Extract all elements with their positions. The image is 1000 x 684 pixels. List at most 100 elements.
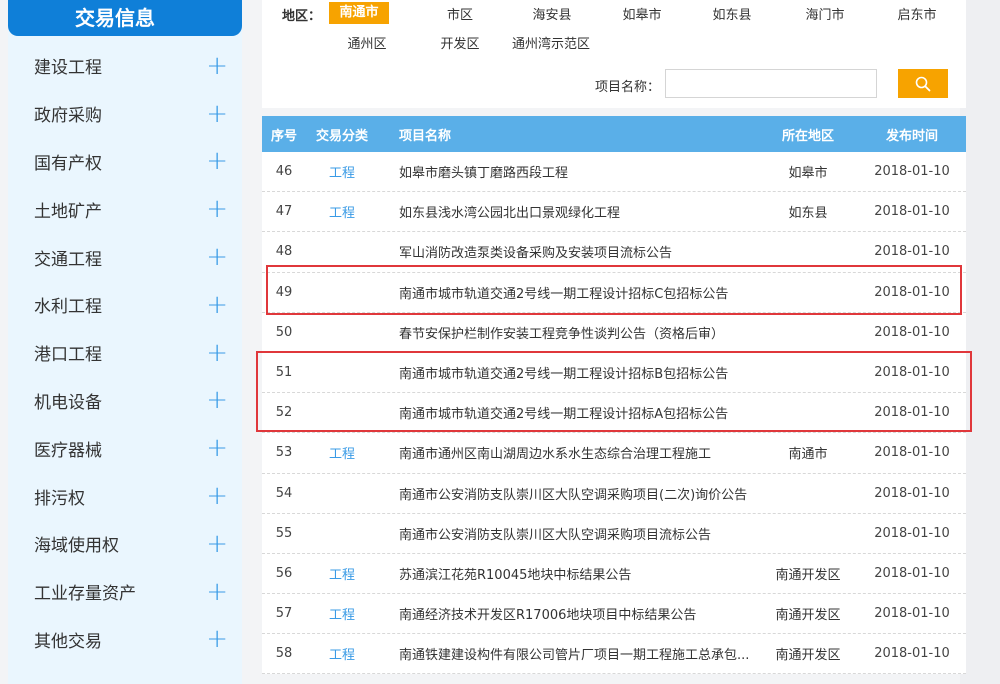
region-option[interactable]: 通州湾示范区 — [505, 34, 597, 56]
sidebar-list: 建设工程 + 政府采购 + 国有产权 + 土地矿产 + 交通工程 + 水利工程 + 港口工程 + 机电设备 +… — [8, 42, 242, 663]
row-index: 51 — [275, 365, 293, 381]
plus-icon[interactable]: + — [206, 579, 228, 605]
header-index: 序号 — [270, 128, 297, 144]
row-publish-date: 2018-01-10 — [874, 606, 950, 622]
row-index: 52 — [275, 405, 293, 421]
results-table: 序号 交易分类 项目名称 所在地区 发布时间 46 工程 如皋市磨头镇丁磨路西段工程… — [262, 116, 966, 675]
table-row[interactable]: 54 南通市公安消防支队崇川区大队空调采购项目(二次)询价公告 2018-01-10 — [262, 474, 966, 514]
region-option[interactable]: 通州区 — [337, 34, 397, 56]
region-option[interactable]: 海安县 — [522, 5, 582, 27]
sidebar-item[interactable]: 港口工程 + — [8, 329, 242, 377]
sidebar-item[interactable]: 其他交易 + — [8, 616, 242, 664]
row-index: 57 — [275, 606, 293, 622]
table-row[interactable]: 57 工程 南通经济技术开发区R17006地块项目中标结果公告 南通开发区 2018-0… — [262, 594, 966, 635]
sidebar-item-label: 水利工程 — [34, 297, 102, 318]
sidebar-title: 交易信息 — [8, 0, 242, 36]
plus-icon[interactable]: + — [206, 244, 228, 270]
region-option[interactable]: 如东县 — [702, 5, 762, 27]
row-category[interactable]: 工程 — [306, 202, 378, 221]
sidebar-item[interactable]: 政府采购 + — [8, 90, 242, 138]
sidebar-item[interactable]: 水利工程 + — [8, 281, 242, 329]
table-row[interactable]: 46 工程 如皋市磨头镇丁磨路西段工程 如皋市 2018-01-10 — [262, 152, 966, 193]
plus-icon[interactable]: + — [206, 340, 228, 366]
table-row[interactable]: 53 工程 南通市通州区南山湖周边水系水生态综合治理工程施工 南通市 2018-01-1… — [262, 433, 966, 474]
sidebar-item[interactable]: 医疗器械 + — [8, 424, 242, 472]
table-row[interactable]: 55 南通市公安消防支队崇川区大队空调采购项目流标公告 2018-01-10 — [262, 514, 966, 554]
plus-icon[interactable]: + — [206, 101, 228, 127]
sidebar-item[interactable]: 国有产权 + — [8, 138, 242, 186]
table-row[interactable]: 56 工程 苏通滨江花苑R10045地块中标结果公告 南通开发区 2018-01-10 — [262, 554, 966, 595]
row-index: 46 — [275, 164, 293, 180]
row-project-name[interactable]: 南通市城市轨道交通2号线一期工程设计招标C包招标公告 — [378, 283, 758, 302]
plus-icon[interactable]: + — [206, 483, 228, 509]
table-row[interactable]: 49 南通市城市轨道交通2号线一期工程设计招标C包招标公告 2018-01-10 — [262, 273, 966, 313]
region-option[interactable]: 南通市 — [329, 2, 389, 24]
row-project-name[interactable]: 如皋市磨头镇丁磨路西段工程 — [378, 162, 758, 181]
plus-icon[interactable]: + — [206, 387, 228, 413]
sidebar-item[interactable]: 机电设备 + — [8, 377, 242, 425]
row-project-name[interactable]: 南通经济技术开发区R17006地块项目中标结果公告 — [378, 604, 758, 623]
plus-icon[interactable]: + — [206, 531, 228, 557]
row-project-name[interactable]: 南通市城市轨道交通2号线一期工程设计招标B包招标公告 — [378, 363, 758, 382]
row-publish-date: 2018-01-10 — [874, 284, 950, 300]
table-row[interactable]: 50 春节安保护栏制作安装工程竞争性谈判公告（资格后审） 2018-01-10 — [262, 313, 966, 353]
row-region: 南通开发区 — [775, 567, 841, 583]
sidebar-item[interactable]: 海域使用权 + — [8, 520, 242, 568]
sidebar-item-label: 建设工程 — [34, 58, 102, 79]
plus-icon[interactable]: + — [206, 435, 228, 461]
table-row[interactable]: 48 军山消防改造泵类设备采购及安装项目流标公告 2018-01-10 — [262, 232, 966, 273]
row-index: 56 — [275, 565, 293, 581]
sidebar-item-label: 港口工程 — [34, 345, 102, 366]
row-category[interactable]: 工程 — [306, 644, 378, 663]
row-publish-date: 2018-01-10 — [874, 646, 950, 662]
row-category[interactable]: 工程 — [306, 443, 378, 462]
plus-icon[interactable]: + — [206, 292, 228, 318]
project-name-label: 项目名称： — [595, 80, 661, 95]
row-region: 如皋市 — [788, 166, 828, 182]
row-project-name[interactable]: 如东县浅水湾公园北出口景观绿化工程 — [378, 202, 758, 221]
row-project-name[interactable]: 春节安保护栏制作安装工程竞争性谈判公告（资格后审） — [378, 323, 758, 342]
sidebar-item[interactable]: 土地矿产 + — [8, 185, 242, 233]
sidebar-item[interactable]: 建设工程 + — [8, 42, 242, 90]
row-publish-date: 2018-01-10 — [874, 244, 950, 260]
header-category: 交易分类 — [315, 128, 368, 144]
sidebar-item-label: 工业存量资产 — [34, 584, 136, 605]
sidebar-item-label: 交通工程 — [34, 249, 102, 270]
row-project-name[interactable]: 苏通滨江花苑R10045地块中标结果公告 — [378, 564, 758, 583]
table-body: 46 工程 如皋市磨头镇丁磨路西段工程 如皋市 2018-01-10 47 工程 如东县浅水湾… — [262, 152, 966, 675]
row-publish-date: 2018-01-10 — [874, 164, 950, 180]
table-row[interactable]: 52 南通市城市轨道交通2号线一期工程设计招标A包招标公告 2018-01-10 — [262, 393, 966, 434]
sidebar-item-label: 海域使用权 — [34, 536, 119, 557]
project-name-input[interactable] — [665, 69, 877, 98]
row-category[interactable]: 工程 — [306, 162, 378, 181]
sidebar-item-label: 其他交易 — [34, 631, 102, 652]
row-category[interactable]: 工程 — [306, 564, 378, 583]
region-option[interactable]: 启东市 — [887, 5, 947, 27]
plus-icon[interactable]: + — [206, 626, 228, 652]
sidebar-item[interactable]: 排污权 + — [8, 472, 242, 520]
sidebar-item-label: 机电设备 — [34, 392, 102, 413]
sidebar-item[interactable]: 交通工程 + — [8, 233, 242, 281]
region-option[interactable]: 海门市 — [795, 5, 855, 27]
search-button[interactable] — [898, 69, 948, 98]
table-row[interactable]: 47 工程 如东县浅水湾公园北出口景观绿化工程 如东县 2018-01-10 — [262, 192, 966, 233]
row-project-name[interactable]: 南通铁建建设构件有限公司管片厂项目一期工程施工总承包... — [378, 644, 758, 663]
table-row[interactable]: 58 工程 南通铁建建设构件有限公司管片厂项目一期工程施工总承包... 南通开发区 20… — [262, 634, 966, 675]
region-option[interactable]: 开发区 — [430, 34, 490, 56]
row-index: 53 — [275, 445, 293, 461]
row-project-name[interactable]: 南通市通州区南山湖周边水系水生态综合治理工程施工 — [378, 443, 758, 462]
table-row[interactable]: 51 南通市城市轨道交通2号线一期工程设计招标B包招标公告 2018-01-10 — [262, 353, 966, 394]
row-project-name[interactable]: 南通市城市轨道交通2号线一期工程设计招标A包招标公告 — [378, 403, 758, 422]
row-category[interactable]: 工程 — [306, 604, 378, 623]
plus-icon[interactable]: + — [206, 196, 228, 222]
header-region: 所在地区 — [781, 128, 834, 144]
plus-icon[interactable]: + — [206, 53, 228, 79]
region-option[interactable]: 市区 — [432, 5, 488, 27]
table-header: 序号 交易分类 项目名称 所在地区 发布时间 — [262, 116, 966, 152]
sidebar-item[interactable]: 工业存量资产 + — [8, 568, 242, 616]
plus-icon[interactable]: + — [206, 148, 228, 174]
region-option[interactable]: 如皋市 — [612, 5, 672, 27]
row-project-name[interactable]: 南通市公安消防支队崇川区大队空调采购项目(二次)询价公告 — [378, 484, 758, 503]
row-project-name[interactable]: 军山消防改造泵类设备采购及安装项目流标公告 — [378, 242, 758, 261]
row-project-name[interactable]: 南通市公安消防支队崇川区大队空调采购项目流标公告 — [378, 524, 758, 543]
